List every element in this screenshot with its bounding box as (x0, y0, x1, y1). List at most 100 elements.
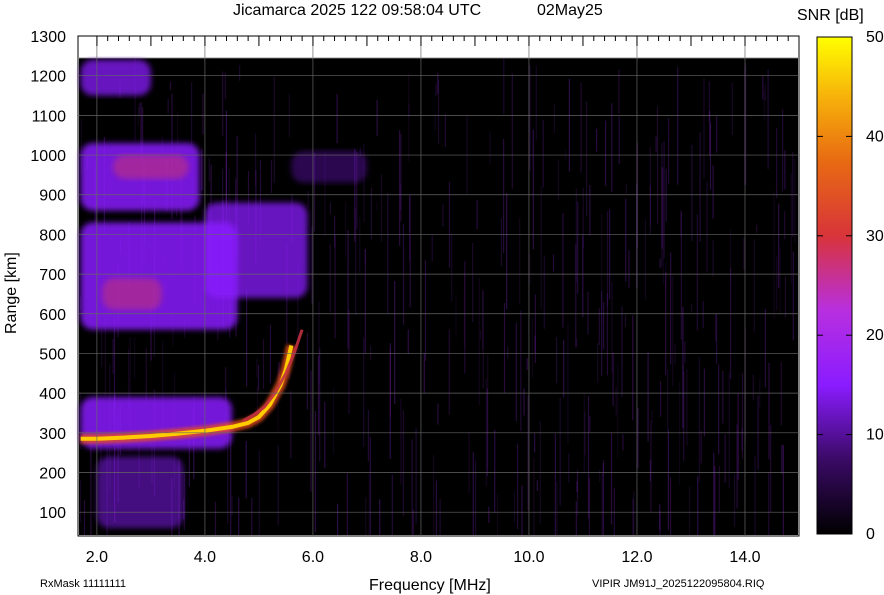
noise-streak (784, 211, 786, 239)
noise-streak (365, 497, 367, 535)
noise-streak (363, 337, 365, 447)
noise-streak (230, 435, 232, 535)
noise-streak (557, 159, 559, 200)
noise-streak (112, 338, 114, 374)
noise-streak (536, 480, 538, 491)
noise-streak (191, 82, 193, 148)
noise-streak (306, 332, 308, 410)
noise-streak (434, 113, 436, 130)
noise-streak (706, 181, 708, 273)
noise-streak (332, 387, 335, 455)
noise-streak (488, 506, 490, 523)
noise-streak (741, 373, 744, 459)
noise-streak (609, 209, 611, 300)
noise-streak (336, 94, 338, 144)
noise-streak (407, 329, 409, 354)
noise-streak (83, 500, 86, 535)
noise-streak (568, 78, 570, 172)
noise-streak (543, 255, 545, 329)
noise-streak (466, 115, 468, 194)
noise-streak (702, 301, 704, 328)
noise-streak (762, 75, 764, 100)
y-tick-label: 400 (39, 386, 66, 403)
noise-streak (637, 407, 639, 469)
noise-streak (584, 411, 586, 456)
noise-streak (763, 91, 765, 121)
noise-streak (448, 329, 450, 415)
noise-streak (370, 187, 372, 240)
noise-streak (792, 251, 794, 341)
x-tick-label: 2.0 (86, 549, 108, 566)
noise-streak (368, 473, 370, 535)
noise-streak (575, 501, 577, 535)
noise-streak (680, 212, 682, 340)
noise-streak (513, 491, 515, 523)
noise-streak (310, 370, 312, 492)
noise-streak (535, 65, 537, 141)
noise-streak (703, 368, 705, 437)
noise-streak (624, 314, 627, 327)
noise-streak (577, 201, 579, 294)
noise-streak (290, 390, 292, 459)
noise-streak (736, 424, 738, 509)
noise-streak (575, 188, 577, 283)
noise-streak (277, 445, 279, 525)
noise-streak (314, 411, 316, 533)
noise-streak (337, 503, 339, 535)
noise-streak (517, 443, 519, 530)
noise-streak (586, 101, 588, 217)
noise-streak (201, 149, 203, 191)
noise-streak (587, 291, 589, 335)
noise-streak (380, 174, 383, 242)
noise-streak (257, 364, 260, 391)
noise-streak (753, 239, 755, 333)
noise-streak (540, 186, 542, 308)
noise-streak (468, 433, 470, 494)
noise-streak (424, 260, 427, 361)
noise-streak (564, 149, 566, 159)
noise-streak (533, 457, 535, 535)
noise-streak (437, 79, 440, 144)
noise-streak (208, 158, 210, 182)
noise-streak (621, 306, 623, 397)
x-tick-label: 10.0 (513, 549, 544, 566)
x-tick-label: 4.0 (194, 549, 216, 566)
noise-streak (319, 348, 321, 462)
noise-streak (737, 393, 739, 481)
noise-streak (387, 192, 389, 314)
noise-streak (167, 98, 169, 114)
noise-streak (346, 473, 348, 535)
echo-region (113, 155, 189, 179)
plot-area (77, 35, 800, 537)
noise-streak (691, 144, 693, 241)
noise-streak (709, 122, 712, 190)
noise-streak (606, 211, 609, 307)
noise-streak (773, 191, 775, 319)
noise-streak (715, 314, 717, 341)
colorbar-gradient (816, 36, 853, 535)
y-tick-label: 1200 (30, 69, 66, 86)
noise-streak (269, 324, 271, 384)
noise-streak (781, 444, 783, 474)
noise-streak (663, 141, 665, 259)
noise-streak (370, 345, 372, 360)
noise-streak (655, 136, 657, 153)
echo-region (96, 456, 184, 529)
noise-streak (515, 322, 517, 422)
noise-streak (659, 258, 661, 269)
noise-streak (463, 270, 465, 347)
noise-streak (288, 94, 290, 138)
noise-streak (649, 185, 651, 235)
noise-streak (612, 352, 614, 407)
noise-streak (376, 201, 378, 211)
noise-streak (618, 116, 620, 165)
y-ticks: 100 200 300 400 500 600 700 800 900 1000 1100 1200 1… (30, 29, 66, 522)
noise-streak (784, 276, 787, 318)
noise-streak (479, 330, 482, 340)
x-tick-label: 8.0 (410, 549, 432, 566)
noise-streak (311, 226, 313, 304)
rxmask-label: RxMask 11111111 (40, 578, 126, 590)
noise-streak (90, 435, 92, 535)
noise-streak (222, 71, 224, 136)
noise-streak (485, 378, 487, 487)
